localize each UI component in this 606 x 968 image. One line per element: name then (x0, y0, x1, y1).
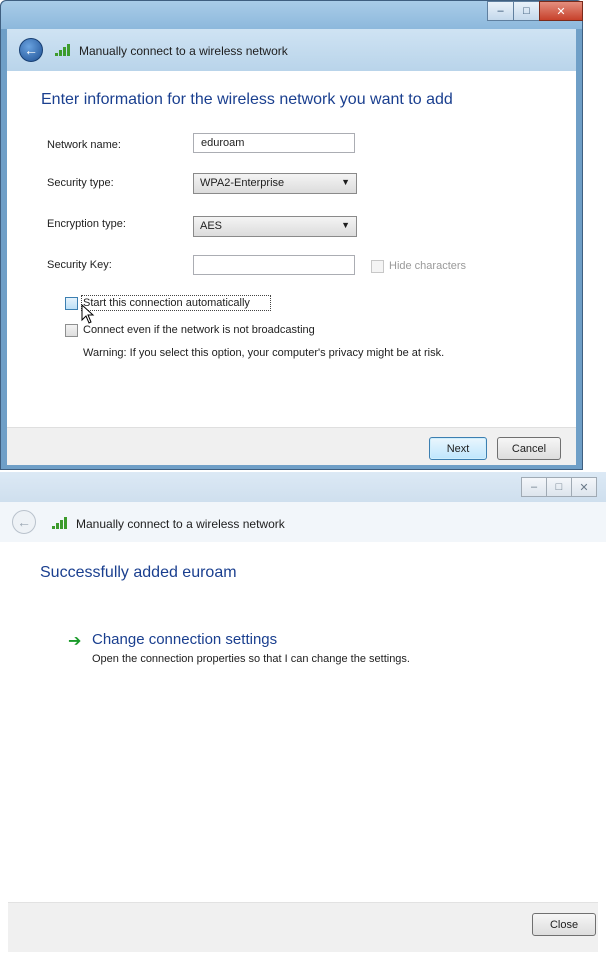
hide-characters-label: Hide characters (389, 260, 467, 272)
hide-characters-checkbox[interactable] (371, 260, 384, 273)
start-automatically-label[interactable]: Start this connection automatically (83, 297, 250, 309)
close-icon[interactable]: ✕ (539, 1, 583, 21)
wireless-setup-window: – □ ✕ ← Manually connect to a wireless n… (0, 0, 583, 470)
caption-buttons: – □ ✕ (521, 477, 597, 497)
footer-bar: Next Cancel (7, 427, 576, 465)
connect-even-checkbox[interactable] (65, 324, 78, 337)
back-arrow-icon: ← (12, 510, 36, 534)
window-title: Manually connect to a wireless network (79, 44, 288, 58)
minimize-icon[interactable]: – (487, 1, 514, 21)
nav-bar: ← Manually connect to a wireless network (7, 29, 576, 71)
security-type-value: WPA2-Enterprise (200, 177, 285, 189)
wireless-signal-icon (55, 44, 73, 56)
security-key-input[interactable] (193, 255, 355, 275)
close-icon[interactable]: ✕ (571, 477, 597, 497)
network-name-input[interactable]: eduroam (193, 133, 355, 153)
nav-bar: ← Manually connect to a wireless network (0, 502, 606, 542)
chevron-down-icon: ▼ (341, 177, 350, 187)
security-key-label: Security Key: (47, 259, 112, 271)
network-name-label: Network name: (47, 139, 121, 151)
maximize-icon[interactable]: □ (513, 1, 540, 21)
cancel-button[interactable]: Cancel (497, 437, 561, 460)
connect-even-label[interactable]: Connect even if the network is not broad… (83, 324, 315, 336)
page-heading: Enter information for the wireless netwo… (41, 91, 453, 108)
encryption-type-select[interactable]: AES ▼ (193, 216, 357, 237)
back-arrow-icon[interactable]: ← (19, 38, 43, 62)
title-bar: – □ ✕ (1, 1, 583, 29)
wireless-success-window: – □ ✕ ← Manually connect to a wireless n… (0, 472, 606, 968)
content-area: Enter information for the wireless netwo… (7, 71, 576, 427)
footer-bar: Close (8, 902, 598, 952)
caption-buttons: – □ ✕ (487, 1, 583, 21)
minimize-icon[interactable]: – (521, 477, 547, 497)
close-button[interactable]: Close (532, 913, 596, 936)
wireless-signal-icon (52, 517, 70, 529)
security-type-select[interactable]: WPA2-Enterprise ▼ (193, 173, 357, 194)
success-heading: Successfully added euroam (40, 564, 237, 581)
start-automatically-checkbox[interactable] (65, 297, 78, 310)
change-settings-link[interactable]: Change connection settings (92, 631, 277, 648)
mouse-cursor-icon (81, 304, 95, 324)
encryption-type-value: AES (200, 220, 223, 232)
chevron-down-icon: ▼ (341, 220, 350, 230)
title-bar: – □ ✕ (0, 472, 606, 502)
encryption-type-label: Encryption type: (47, 218, 126, 230)
change-settings-description: Open the connection properties so that I… (92, 653, 410, 665)
maximize-icon[interactable]: □ (546, 477, 572, 497)
green-arrow-icon[interactable]: ➔ (68, 631, 81, 651)
security-type-label: Security type: (47, 177, 114, 189)
window-title: Manually connect to a wireless network (76, 517, 285, 531)
next-button[interactable]: Next (429, 437, 487, 460)
privacy-warning: Warning: If you select this option, your… (83, 347, 445, 359)
